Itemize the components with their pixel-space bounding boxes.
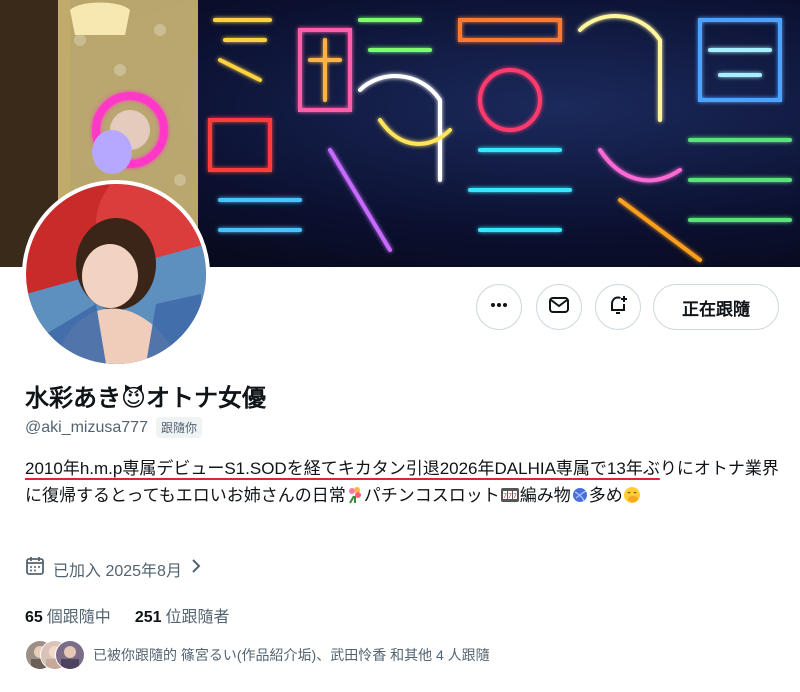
bouquet-emoji-icon	[346, 485, 364, 512]
face-hand-over-mouth-emoji-icon	[623, 485, 641, 512]
mutual-avatars	[25, 640, 85, 670]
slot-machine-emoji-icon: 777	[500, 485, 520, 512]
user-handle: @aki_mizusa777	[25, 418, 148, 436]
bio-text-2: パチンコスロット	[363, 486, 500, 505]
profile-avatar[interactable]	[22, 180, 210, 368]
bio-text-3: 編み物	[519, 486, 571, 505]
mutual-followers[interactable]: 已被你跟隨的 篠宮るい(作品紹介垢)、武田怜香 和其他 4 人跟隨	[25, 640, 490, 670]
following-button[interactable]: 正在跟隨	[653, 284, 779, 330]
bio-highlighted-text: 2010年h.m.p専属デビューS1.SODを経てキカタン引退2026年DALH…	[25, 459, 660, 478]
message-button[interactable]	[536, 284, 582, 330]
following-link[interactable]: 65 個跟隨中	[25, 603, 111, 627]
following-label: 個跟隨中	[46, 609, 111, 626]
mutual-followers-text: 已被你跟隨的 篠宮るい(作品紹介垢)、武田怜香 和其他 4 人跟隨	[93, 647, 490, 663]
bell-plus-icon	[607, 294, 629, 321]
mail-icon	[548, 294, 570, 321]
display-name: 水彩あき😈オトナ女優	[25, 385, 267, 412]
handle-row: @aki_mizusa777 跟隨你	[25, 417, 202, 438]
follows-you-badge: 跟隨你	[155, 417, 202, 438]
chevron-right-icon	[190, 558, 202, 579]
followers-link[interactable]: 251 位跟隨者	[135, 603, 230, 627]
follow-stats: 65 個跟隨中 251 位跟隨者	[25, 603, 230, 627]
yarn-emoji-icon	[571, 485, 589, 512]
avatar-image	[26, 184, 206, 364]
avatar	[55, 640, 85, 670]
bio-text-4: 多め	[588, 486, 623, 505]
followers-label: 位跟隨者	[165, 609, 230, 626]
followers-count: 251	[134, 609, 162, 626]
joined-text: 已加入 2025年8月	[53, 562, 182, 580]
more-icon	[489, 295, 509, 320]
joined-date[interactable]: 已加入 2025年8月	[25, 556, 202, 581]
more-button[interactable]	[476, 284, 522, 330]
notifications-button[interactable]	[595, 284, 641, 330]
display-name-row: 水彩あき😈オトナ女優	[25, 378, 266, 413]
calendar-icon	[25, 556, 45, 581]
profile-bio: 2010年h.m.p専属デビューS1.SODを経てキカタン引退2026年DALH…	[25, 455, 785, 512]
following-count: 65	[25, 609, 43, 626]
